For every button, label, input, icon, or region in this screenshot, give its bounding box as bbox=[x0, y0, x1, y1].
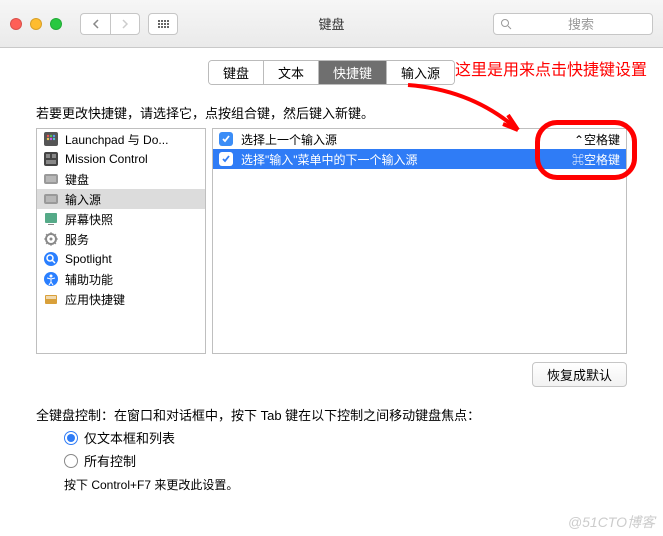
keyboard-icon bbox=[43, 171, 59, 187]
category-screenshot[interactable]: 屏幕快照 bbox=[37, 209, 205, 229]
category-list[interactable]: Launchpad 与 Do... Mission Control 键盘输入源屏幕快… bbox=[36, 128, 206, 354]
category-label: 应用快捷键 bbox=[65, 291, 125, 308]
tab-文本[interactable]: 文本 bbox=[264, 61, 319, 84]
zoom-icon[interactable] bbox=[50, 18, 62, 30]
services-icon bbox=[43, 231, 59, 247]
appshortcut-icon bbox=[43, 291, 59, 307]
shortcut-keys[interactable]: ⌘空格键 bbox=[572, 151, 620, 168]
category-launchpad[interactable]: Launchpad 与 Do... bbox=[37, 129, 205, 149]
shortcut-row[interactable]: 选择"输入"菜单中的下一个输入源 ⌘空格键 bbox=[213, 149, 626, 169]
category-services[interactable]: 服务 bbox=[37, 229, 205, 249]
radio-icon bbox=[64, 431, 78, 445]
checkbox[interactable] bbox=[219, 132, 233, 146]
category-label: 输入源 bbox=[65, 191, 101, 208]
shortcut-keys[interactable]: ⌃空格键 bbox=[574, 131, 620, 148]
radio-label: 仅文本框和列表 bbox=[84, 428, 175, 447]
category-label: 辅助功能 bbox=[65, 271, 113, 288]
launchpad-icon bbox=[43, 131, 59, 147]
category-accessibility[interactable]: 辅助功能 bbox=[37, 269, 205, 289]
show-all-button[interactable] bbox=[148, 13, 178, 35]
input-icon bbox=[43, 191, 59, 207]
category-mission[interactable]: Mission Control bbox=[37, 149, 205, 169]
restore-defaults-button[interactable]: 恢复成默认 bbox=[532, 362, 627, 387]
mission-icon bbox=[43, 151, 59, 167]
spotlight-icon bbox=[43, 251, 59, 267]
fka-radio-all[interactable]: 所有控制 bbox=[64, 451, 627, 470]
forward-button[interactable] bbox=[110, 13, 140, 35]
category-input[interactable]: 输入源 bbox=[37, 189, 205, 209]
shortcut-list[interactable]: 选择上一个输入源 ⌃空格键选择"输入"菜单中的下一个输入源 ⌘空格键 bbox=[212, 128, 627, 354]
watermark: @51CTO博客 bbox=[568, 512, 655, 532]
category-keyboard[interactable]: 键盘 bbox=[37, 169, 205, 189]
shortcut-row[interactable]: 选择上一个输入源 ⌃空格键 bbox=[213, 129, 626, 149]
close-icon[interactable] bbox=[10, 18, 22, 30]
screenshot-icon bbox=[43, 211, 59, 227]
category-label: Launchpad 与 Do... bbox=[65, 131, 168, 148]
tab-键盘[interactable]: 键盘 bbox=[209, 61, 264, 84]
shortcut-label: 选择上一个输入源 bbox=[241, 131, 566, 148]
minimize-icon[interactable] bbox=[30, 18, 42, 30]
radio-icon bbox=[64, 454, 78, 468]
window-controls bbox=[10, 18, 62, 30]
fka-label: 全键盘控制：在窗口和对话框中，按下 Tab 键在以下控制之间移动键盘焦点： bbox=[36, 405, 627, 424]
tab-快捷键[interactable]: 快捷键 bbox=[319, 61, 387, 84]
checkbox[interactable] bbox=[219, 152, 233, 166]
tab-bar: 键盘文本快捷键输入源 bbox=[0, 60, 663, 85]
category-label: Mission Control bbox=[65, 152, 148, 166]
category-label: 服务 bbox=[65, 231, 89, 248]
back-button[interactable] bbox=[80, 13, 110, 35]
category-label: 键盘 bbox=[65, 171, 89, 188]
category-label: Spotlight bbox=[65, 252, 112, 266]
category-label: 屏幕快照 bbox=[65, 211, 113, 228]
shortcut-label: 选择"输入"菜单中的下一个输入源 bbox=[241, 151, 564, 168]
window-title: 键盘 bbox=[318, 14, 344, 33]
search-icon bbox=[500, 18, 512, 30]
category-appshortcut[interactable]: 应用快捷键 bbox=[37, 289, 205, 309]
category-spotlight[interactable]: Spotlight bbox=[37, 249, 205, 269]
grid-icon bbox=[158, 20, 169, 28]
search-input[interactable]: 搜索 bbox=[493, 13, 653, 35]
tab-输入源[interactable]: 输入源 bbox=[387, 61, 454, 84]
nav-buttons bbox=[80, 13, 140, 35]
accessibility-icon bbox=[43, 271, 59, 287]
fka-note: 按下 Control+F7 来更改此设置。 bbox=[64, 476, 627, 493]
titlebar: 键盘 搜索 bbox=[0, 0, 663, 48]
radio-label: 所有控制 bbox=[84, 451, 136, 470]
search-placeholder: 搜索 bbox=[516, 14, 646, 33]
fka-radio-text[interactable]: 仅文本框和列表 bbox=[64, 428, 627, 447]
hint-text: 若要更改快捷键，请选择它，点按组合键，然后键入新键。 bbox=[36, 103, 663, 122]
